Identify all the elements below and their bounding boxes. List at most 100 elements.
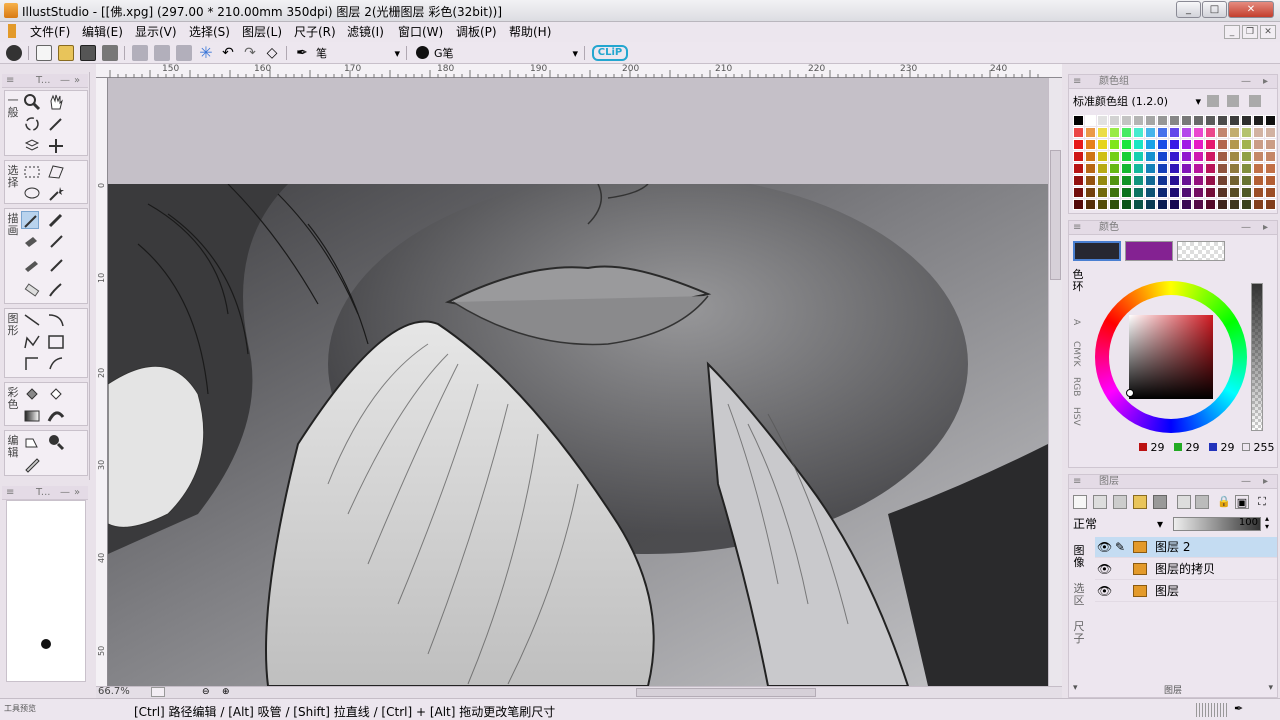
hand-tool[interactable] — [47, 93, 65, 111]
color-swatch[interactable] — [1193, 127, 1204, 138]
color-swatch[interactable] — [1097, 175, 1108, 186]
color-swatch[interactable] — [1205, 175, 1216, 186]
color-panel-header[interactable]: ≡ 颜色 — ▸ — [1069, 221, 1277, 235]
color-swatch[interactable] — [1085, 151, 1096, 162]
color-swatch[interactable] — [1217, 115, 1228, 126]
tab-ruler[interactable]: 尺子 — [1073, 621, 1085, 645]
color-swatch[interactable] — [1133, 199, 1144, 210]
color-swatch[interactable] — [1193, 187, 1204, 198]
fit-icon[interactable]: ⛶ — [1255, 495, 1269, 509]
zoom-in-icon[interactable]: ⊕ — [222, 687, 234, 697]
menu-view[interactable]: 显示(V) — [135, 24, 177, 40]
paste-icon[interactable] — [176, 45, 192, 61]
layer-row[interactable]: 👁 图层 — [1095, 581, 1277, 602]
color-swatch[interactable] — [1169, 199, 1180, 210]
expand-icon[interactable]: ▸ — [1263, 475, 1268, 488]
color-swatch[interactable] — [1145, 187, 1156, 198]
color-swatch[interactable] — [1073, 175, 1084, 186]
color-swatch[interactable] — [1085, 115, 1096, 126]
correct-line-tool[interactable] — [23, 433, 41, 451]
color-swatch[interactable] — [1169, 163, 1180, 174]
transparent-color-swatch[interactable] — [1177, 241, 1225, 261]
color-swatch[interactable] — [1085, 175, 1096, 186]
color-swatch[interactable] — [1157, 175, 1168, 186]
rect-select-tool[interactable] — [23, 163, 41, 181]
save-all-icon[interactable] — [102, 45, 118, 61]
line-tool[interactable] — [23, 311, 41, 329]
expand-icon[interactable]: » — [74, 74, 80, 87]
main-color-swatch[interactable] — [1073, 241, 1121, 261]
color-swatch[interactable] — [1121, 115, 1132, 126]
lasso-tool[interactable] — [23, 185, 41, 203]
color-swatch[interactable] — [1205, 187, 1216, 198]
color-swatch[interactable] — [1109, 151, 1120, 162]
color-swatch[interactable] — [1229, 163, 1240, 174]
maximize-button[interactable]: □ — [1202, 1, 1227, 18]
tab-image[interactable]: 图像 — [1073, 545, 1085, 569]
color-swatch[interactable] — [1145, 139, 1156, 150]
color-swatch[interactable] — [1169, 115, 1180, 126]
marker-tool[interactable] — [23, 233, 41, 251]
color-swatch[interactable] — [1229, 175, 1240, 186]
color-swatch[interactable] — [1085, 163, 1096, 174]
color-swatch[interactable] — [1109, 139, 1120, 150]
color-swatch[interactable] — [1241, 127, 1252, 138]
tool-select-combo[interactable]: 笔 ▾ — [316, 45, 402, 62]
horizontal-scrollbar[interactable]: 66.7% ⊖ ⊕ — [96, 686, 1062, 698]
blend-tool[interactable] — [47, 281, 65, 299]
tab-a[interactable]: A — [1071, 319, 1081, 325]
tab-color-wheel[interactable]: 色环 — [1072, 269, 1084, 293]
color-swatch[interactable] — [1133, 187, 1144, 198]
color-swatch[interactable] — [1121, 175, 1132, 186]
color-swatch[interactable] — [1097, 151, 1108, 162]
menu-filter[interactable]: 滤镜(I) — [347, 24, 384, 40]
mask-icon[interactable] — [1177, 495, 1191, 509]
color-swatch[interactable] — [1133, 139, 1144, 150]
color-swatch[interactable] — [1169, 139, 1180, 150]
menu-window[interactable]: 窗口(W) — [398, 24, 443, 40]
color-swatch[interactable] — [1181, 127, 1192, 138]
tool-panel-header[interactable]: ≡ T... — » — [2, 74, 88, 88]
zoom-level[interactable]: 66.7% — [98, 686, 130, 697]
color-swatch[interactable] — [1205, 127, 1216, 138]
color-swatch[interactable] — [1241, 139, 1252, 150]
color-swatch[interactable] — [1241, 199, 1252, 210]
color-swatch[interactable] — [1217, 163, 1228, 174]
color-swatch[interactable] — [1181, 199, 1192, 210]
color-swatch[interactable] — [1253, 175, 1264, 186]
color-swatch[interactable] — [1121, 139, 1132, 150]
color-swatch[interactable] — [1133, 163, 1144, 174]
color-swatch[interactable] — [1253, 187, 1264, 198]
new-layer-icon[interactable] — [1073, 495, 1087, 509]
color-swatch[interactable] — [1157, 127, 1168, 138]
brush-select-combo[interactable]: G笔 ▾ — [434, 45, 580, 62]
saturation-value-box[interactable] — [1129, 315, 1213, 399]
color-swatch[interactable] — [1193, 163, 1204, 174]
color-swatch[interactable] — [1121, 127, 1132, 138]
color-swatch[interactable] — [1085, 139, 1096, 150]
sub-color-swatch[interactable] — [1125, 241, 1173, 261]
color-swatch[interactable] — [1109, 163, 1120, 174]
color-swatch[interactable] — [1157, 139, 1168, 150]
color-swatch[interactable] — [1253, 151, 1264, 162]
mdi-restore-button[interactable]: ❐ — [1242, 25, 1258, 39]
blend-mode-select[interactable]: 正常 ▾ — [1073, 515, 1163, 533]
color-swatch[interactable] — [1229, 151, 1240, 162]
rectangle-tool[interactable] — [47, 333, 65, 351]
scroll-down-icon[interactable]: ▾ — [1268, 683, 1273, 693]
color-swatch[interactable] — [1121, 151, 1132, 162]
color-swatch[interactable] — [1217, 187, 1228, 198]
color-swatch[interactable] — [1241, 175, 1252, 186]
eraser-tool[interactable] — [23, 281, 41, 299]
color-swatch[interactable] — [1073, 151, 1084, 162]
collapse-icon[interactable]: — — [1241, 75, 1251, 88]
layer-row[interactable]: 👁 ✎ 图层 2 — [1095, 537, 1277, 558]
color-swatch[interactable] — [1265, 139, 1276, 150]
new-vector-layer-icon[interactable] — [1093, 495, 1107, 509]
color-swatch[interactable] — [1133, 115, 1144, 126]
color-set-header[interactable]: ≡ 颜色组 — ▸ — [1069, 75, 1277, 89]
frame-tool[interactable] — [23, 355, 41, 373]
mode-icon[interactable]: ◇ — [264, 45, 280, 61]
color-swatch[interactable] — [1205, 115, 1216, 126]
color-swatch[interactable] — [1193, 199, 1204, 210]
